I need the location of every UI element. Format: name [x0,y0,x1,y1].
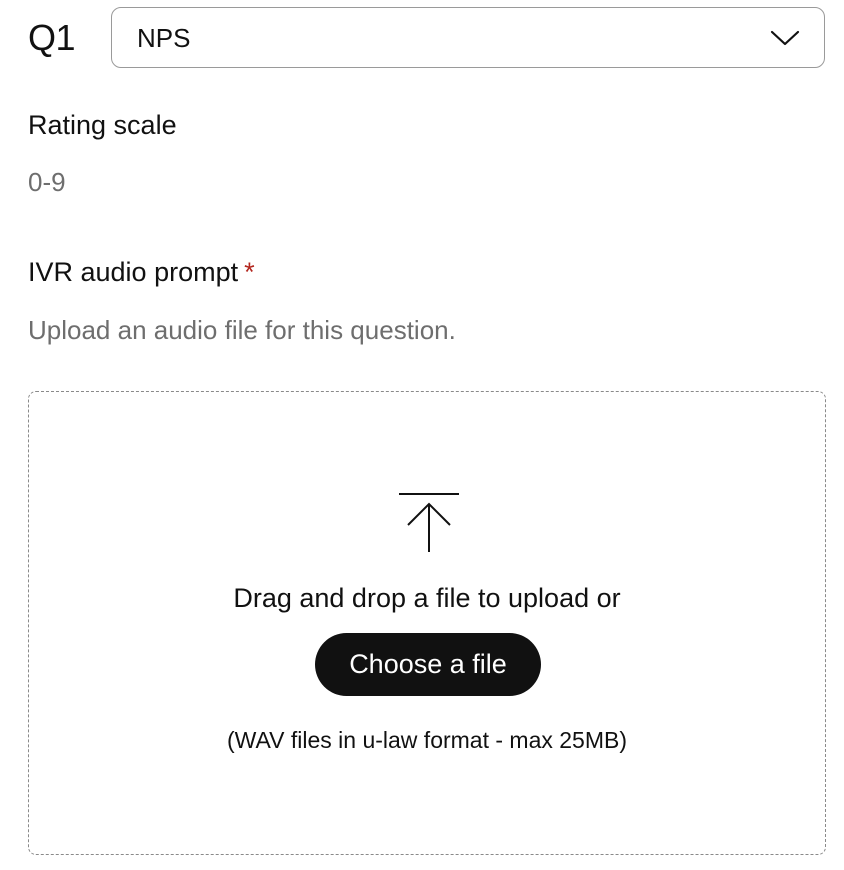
question-number: Q1 [28,17,76,58]
question-editor: Q1 NPS Rating scale 0-9 IVR audio prompt… [0,0,844,870]
rating-scale-value: 0-9 [28,167,66,197]
ivr-audio-prompt-label: IVR audio prompt * [28,255,255,289]
dropzone-instruction: Drag and drop a file to upload or [233,583,621,613]
ivr-audio-prompt-description: Upload an audio file for this question. [28,315,456,345]
choose-file-button[interactable]: Choose a file [315,633,541,696]
ivr-audio-prompt-label-text: IVR audio prompt [28,257,239,287]
required-marker: * [244,257,255,287]
question-type-value: NPS [137,23,191,53]
file-dropzone[interactable]: Drag and drop a file to upload or Choose… [28,391,826,855]
rating-scale-label: Rating scale [28,110,177,140]
file-format-hint: (WAV files in u-law format - max 25MB) [226,727,628,753]
question-type-select[interactable]: NPS [111,7,825,68]
chevron-down-icon [770,30,800,46]
upload-icon [399,493,459,552]
